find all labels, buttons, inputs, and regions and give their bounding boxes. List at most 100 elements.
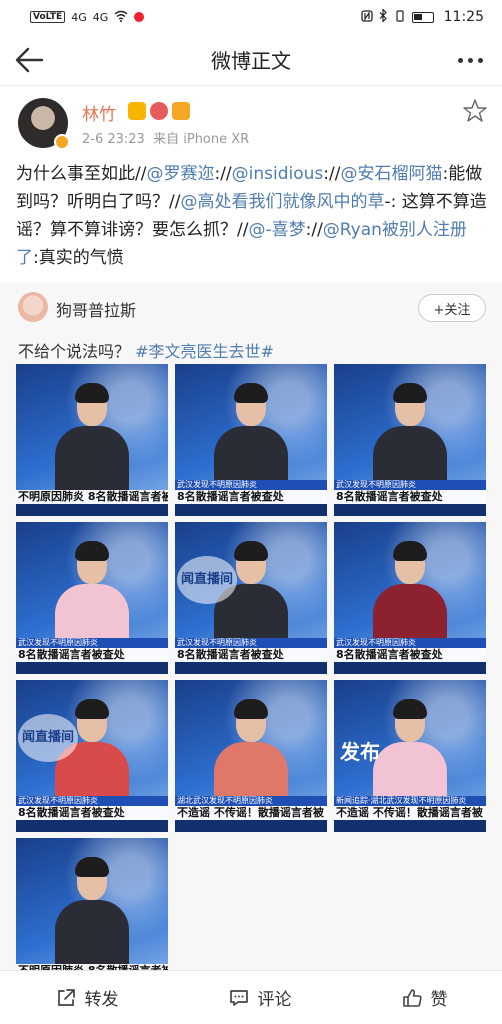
post-author: 林竹 2-6 23:23 来自 iPhone XR [18,98,488,150]
status-bar: VoLTE 4G 4G 11:25 [0,0,502,34]
news-image-thumbnail[interactable]: 武汉发现不明原因肺炎 8名散播谣言者被查处 [16,522,168,674]
more-dot-icon [467,57,473,63]
wifi-icon [114,10,128,25]
like-button[interactable]: 赞 [401,985,448,1010]
follow-button[interactable]: +关注 [418,294,486,322]
volte-badge: VoLTE [30,11,66,23]
post-text-segment: :真实的气愤 [33,248,124,268]
news-ticker [334,820,486,832]
post-date: 2-6 23:23 [82,132,145,147]
comment-icon [229,989,248,1006]
favorite-button[interactable] [462,98,488,124]
comment-label: 评论 [257,990,292,1010]
news-subcaption: 新闻追踪·湖北武汉发现不明原因肺炎 [334,796,486,806]
news-image-thumbnail[interactable]: 发布新闻追踪·湖北武汉发现不明原因肺炎 不造谣 不传谣！散播谣言者被 [334,680,486,832]
nav-bar: 微博正文 [0,34,502,86]
page-title: 微博正文 [211,49,291,73]
thumbs-up-icon [402,988,422,1007]
news-caption: 8名散播谣言者被查处 [16,806,168,820]
repost-label: 转发 [84,990,119,1010]
vip-crown-icon [128,102,146,120]
news-subcaption: 武汉发现不明原因肺炎 [334,480,486,490]
news-image-thumbnail[interactable]: 闻直播间 武汉发现不明原因肺炎 8名散播谣言者被查处 [175,522,327,674]
news-image-thumbnail[interactable]: 武汉发现不明原因肺炎 8名散播谣言者被查处 [334,522,486,674]
author-name[interactable]: 林竹 [82,100,116,125]
post-body: 为什么事至如此//@罗赛迩://@insidious://@安石榴阿猫:能做到吗… [16,160,488,272]
news-channel-logo: 闻直播间 [177,556,237,604]
arrow-left-icon [15,47,44,73]
news-subcaption: 湖北武汉发现不明原因肺炎 [175,796,327,806]
news-caption: 8名散播谣言者被查处 [175,490,327,504]
notification-dot-icon [134,12,145,22]
repost-text-body: 不给个说法吗？ [18,342,131,361]
mention-link[interactable]: @高处看我们就像风中的草 [180,192,384,212]
news-subcaption: 武汉发现不明原因肺炎 [175,638,327,648]
signal-4g-2: 4G [92,10,109,24]
post-text-segment: :// [214,164,232,184]
reposted-weibo[interactable]: 狗哥普拉斯 +关注 不给个说法吗？ #李文亮医生去世# 不明原因肺炎 8名散播谣… [0,282,502,990]
more-dot-icon [457,57,463,63]
news-ticker [334,662,486,674]
mention-link[interactable]: @罗赛迩 [146,164,214,184]
anchor-hair [234,383,268,403]
anchor-body [55,900,129,968]
news-caption: 不造谣 不传谣！散播谣言者被 [334,806,486,820]
anchor-hair [75,699,109,719]
status-time: 11:25 [443,9,484,25]
news-image-thumbnail[interactable]: 不明原因肺炎 8名散播谣言者被 [16,364,168,516]
news-ticker [16,820,168,832]
news-image-thumbnail[interactable]: 武汉发现不明原因肺炎 8名散播谣言者被查处 [334,364,486,516]
post-source: 来自 iPhone XR [153,132,250,147]
mention-link[interactable]: @insidious [232,164,324,184]
mention-link[interactable]: @-喜梦 [248,220,305,240]
bluetooth-icon [379,8,388,25]
news-caption: 8名散播谣言者被查处 [334,648,486,662]
news-image-thumbnail[interactable]: 武汉发现不明原因肺炎 8名散播谣言者被查处 [175,364,327,516]
news-ticker [16,662,168,674]
post-text-segment: :// [305,220,323,240]
action-bar: 转发 评论 赞 [0,970,502,1024]
anchor-hair [75,857,109,877]
news-ticker [16,504,168,516]
share-icon [57,988,75,1006]
anchor-body [55,426,129,494]
news-ticker [175,820,327,832]
more-button[interactable] [452,42,488,78]
news-caption: 8名散播谣言者被查处 [334,490,486,504]
news-image-thumbnail[interactable]: 不明原因肺炎 8名散播谣言者被查处 [16,838,168,990]
signal-4g-1: 4G [71,10,87,24]
member-badge-icon [172,102,190,120]
anchor-hair [393,541,427,561]
anchor-hair [393,383,427,403]
news-channel-logo: 闻直播间 [18,714,78,762]
battery-icon [411,11,434,23]
news-caption: 不明原因肺炎 8名散播谣言者被 [16,490,168,504]
repost-avatar[interactable] [18,292,48,322]
nfc-icon [360,9,373,25]
post-text-segment: 为什么事至如此// [16,164,147,184]
star-icon [463,99,487,122]
repost-button[interactable]: 转发 [55,985,119,1010]
verified-icon [54,134,70,150]
news-image-thumbnail[interactable]: 闻直播间 武汉发现不明原因肺炎 8名散播谣言者被查处 [16,680,168,832]
hashtag-link[interactable]: #李文亮医生去世# [135,342,274,361]
anchor-hair [75,541,109,561]
news-ticker [334,504,486,516]
news-ticker [175,504,327,516]
anchor-hair [393,699,427,719]
news-channel-logo: 发布 [340,740,380,764]
news-caption: 8名散播谣言者被查处 [16,648,168,662]
vibrate-icon [394,9,406,25]
news-image-thumbnail[interactable]: 湖北武汉发现不明原因肺炎 不造谣 不传谣！散播谣言者被 [175,680,327,832]
like-label: 赞 [430,990,448,1010]
anchor-hair [234,699,268,719]
news-subcaption: 武汉发现不明原因肺炎 [16,638,168,648]
news-ticker [175,662,327,674]
anchor-hair [234,541,268,561]
mention-link[interactable]: @安石榴阿猫 [340,164,442,184]
more-dot-icon [477,57,483,63]
anchor-hair [75,383,109,403]
comment-button[interactable]: 评论 [228,985,292,1010]
repost-username[interactable]: 狗哥普拉斯 [56,297,136,321]
back-button[interactable] [12,42,48,78]
